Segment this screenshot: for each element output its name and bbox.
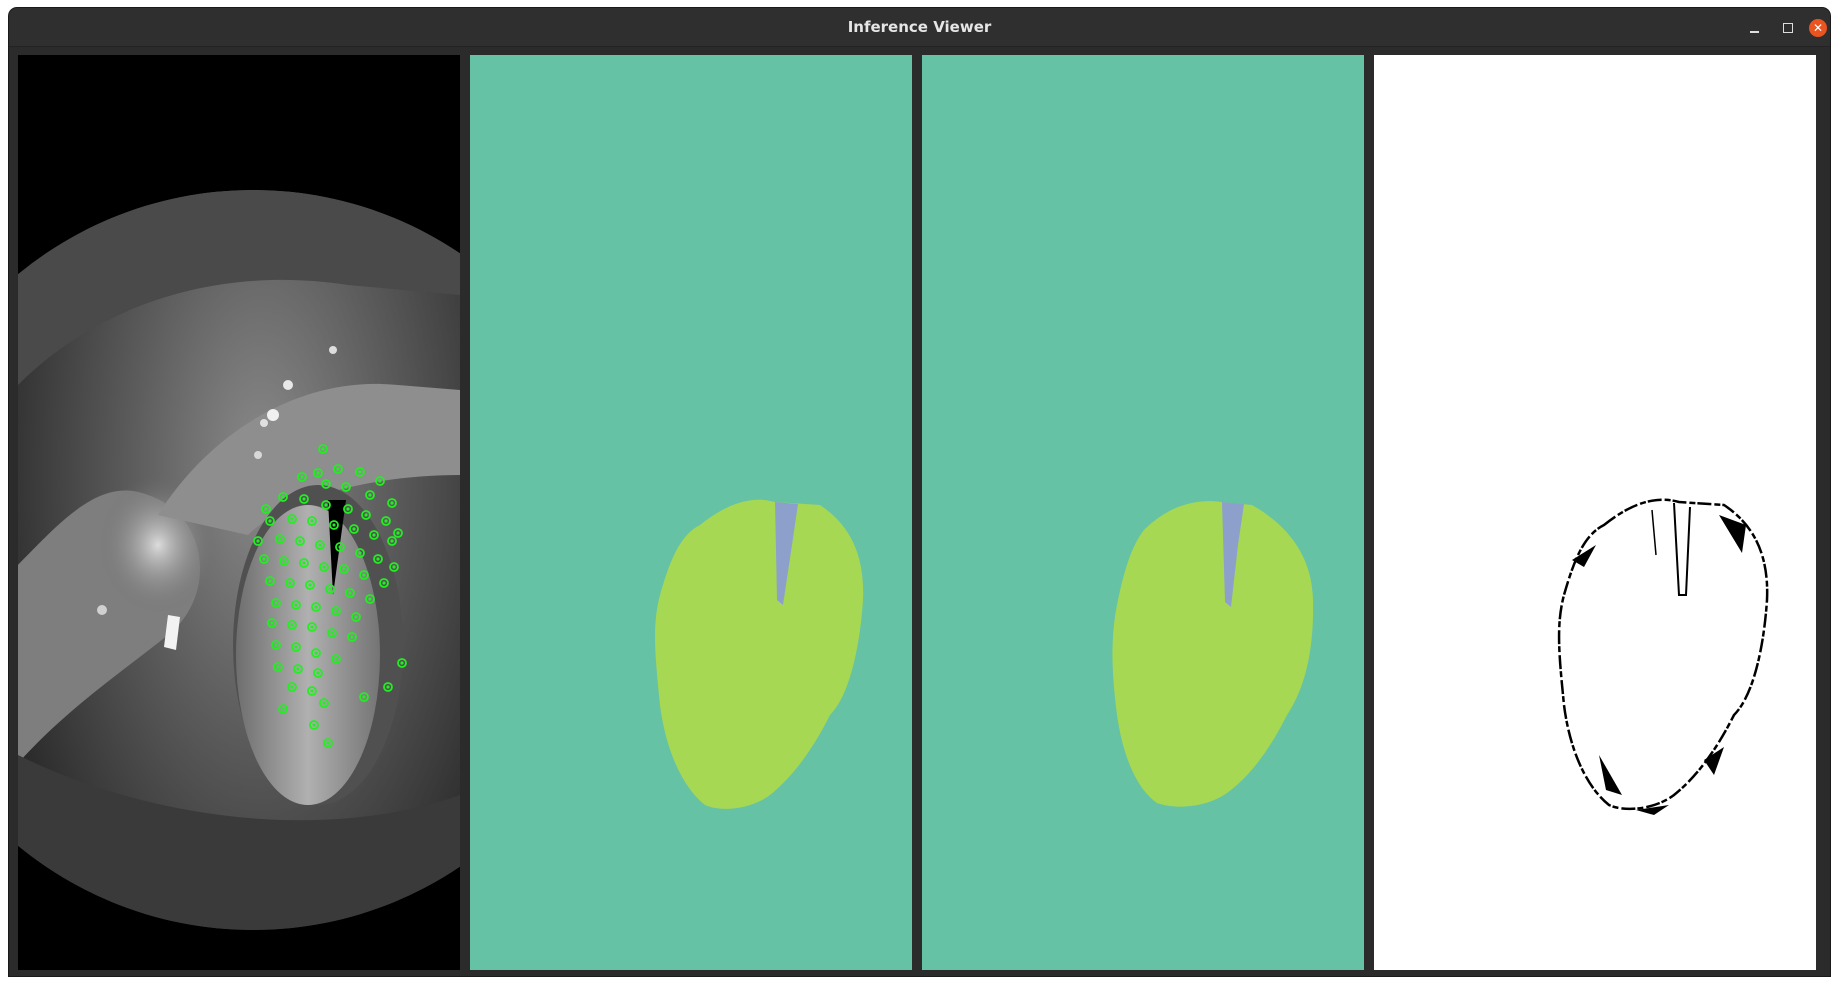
segmentation-panel-1 bbox=[470, 55, 912, 970]
close-icon: ✕ bbox=[1812, 21, 1824, 35]
keypoint-center bbox=[321, 447, 325, 451]
keypoint-center bbox=[308, 583, 312, 587]
keypoint-center bbox=[274, 643, 278, 647]
keypoint-center bbox=[384, 519, 388, 523]
keypoint-center bbox=[302, 561, 306, 565]
keypoint-center bbox=[318, 543, 322, 547]
keypoint-center bbox=[386, 685, 390, 689]
keypoint-center bbox=[330, 631, 334, 635]
keypoint-center bbox=[344, 485, 348, 489]
keypoint-center bbox=[310, 625, 314, 629]
keypoint-center bbox=[256, 539, 260, 543]
keypoint-center bbox=[368, 597, 372, 601]
keypoint-center bbox=[350, 635, 354, 639]
endoscopy-frame-panel bbox=[18, 55, 460, 970]
keypoint-center bbox=[362, 573, 366, 577]
viewer-content bbox=[18, 55, 1821, 970]
difference-map bbox=[1374, 55, 1816, 970]
keypoint-center bbox=[294, 603, 298, 607]
keypoint-center bbox=[354, 615, 358, 619]
keypoint-center bbox=[316, 471, 320, 475]
keypoint-center bbox=[281, 495, 285, 499]
keypoint-center bbox=[262, 557, 266, 561]
keypoint-center bbox=[338, 545, 342, 549]
keypoint-center bbox=[296, 667, 300, 671]
keypoint-center bbox=[310, 689, 314, 693]
keypoint-center bbox=[378, 479, 382, 483]
close-button[interactable]: ✕ bbox=[1809, 19, 1827, 37]
keypoint-center bbox=[326, 741, 330, 745]
keypoint-center bbox=[270, 621, 274, 625]
keypoint-center bbox=[314, 605, 318, 609]
keypoint-center bbox=[322, 565, 326, 569]
keypoint-center bbox=[392, 565, 396, 569]
keypoint-center bbox=[264, 507, 268, 511]
keypoint-center bbox=[316, 671, 320, 675]
keypoint-center bbox=[358, 551, 362, 555]
keypoint-center bbox=[372, 533, 376, 537]
keypoint-center bbox=[390, 539, 394, 543]
keypoint-center bbox=[342, 567, 346, 571]
keypoint-center bbox=[298, 539, 302, 543]
inference-viewer-window: Inference Viewer ✕ bbox=[9, 8, 1830, 976]
keypoint-center bbox=[290, 685, 294, 689]
minimize-icon bbox=[1749, 23, 1759, 33]
keypoint-center bbox=[396, 531, 400, 535]
maximize-button[interactable] bbox=[1777, 17, 1799, 39]
segmentation-map-1 bbox=[470, 55, 912, 970]
keypoint-center bbox=[364, 513, 368, 517]
keypoint-center bbox=[290, 623, 294, 627]
segmentation-panel-2 bbox=[922, 55, 1364, 970]
keypoint-center bbox=[288, 581, 292, 585]
keypoint-center bbox=[322, 701, 326, 705]
endoscopy-image bbox=[18, 55, 460, 970]
keypoint-center bbox=[362, 695, 366, 699]
keypoint-center bbox=[400, 661, 404, 665]
minimize-button[interactable] bbox=[1743, 17, 1765, 39]
keypoint-center bbox=[268, 579, 272, 583]
segmentation-map-2 bbox=[922, 55, 1364, 970]
keypoint-center bbox=[352, 527, 356, 531]
keypoint-center bbox=[312, 723, 316, 727]
keypoint-center bbox=[336, 467, 340, 471]
keypoint-center bbox=[382, 581, 386, 585]
difference-map-panel bbox=[1374, 55, 1816, 970]
keypoint-center bbox=[376, 557, 380, 561]
maximize-icon bbox=[1783, 23, 1793, 33]
keypoint-center bbox=[302, 497, 306, 501]
keypoint-center bbox=[368, 493, 372, 497]
title-bar[interactable]: Inference Viewer ✕ bbox=[9, 8, 1830, 47]
keypoint-center bbox=[294, 645, 298, 649]
window-title: Inference Viewer bbox=[847, 18, 992, 36]
keypoint-center bbox=[282, 559, 286, 563]
keypoint-center bbox=[314, 651, 318, 655]
keypoint-center bbox=[310, 519, 314, 523]
keypoint-center bbox=[281, 707, 285, 711]
keypoint-center bbox=[358, 470, 362, 474]
keypoint-center bbox=[334, 657, 338, 661]
keypoint-center bbox=[300, 475, 304, 479]
keypoint-center bbox=[278, 537, 282, 541]
keypoint-center bbox=[328, 587, 332, 591]
keypoint-center bbox=[346, 507, 350, 511]
keypoint-center bbox=[274, 601, 278, 605]
keypoint-center bbox=[332, 523, 336, 527]
keypoint-center bbox=[324, 482, 328, 486]
keypoint-center bbox=[334, 609, 338, 613]
keypoint-center bbox=[348, 591, 352, 595]
keypoint-center bbox=[268, 519, 272, 523]
keypoint-center bbox=[276, 665, 280, 669]
keypoint-center bbox=[290, 517, 294, 521]
keypoint-center bbox=[324, 503, 328, 507]
keypoint-center bbox=[390, 501, 394, 505]
